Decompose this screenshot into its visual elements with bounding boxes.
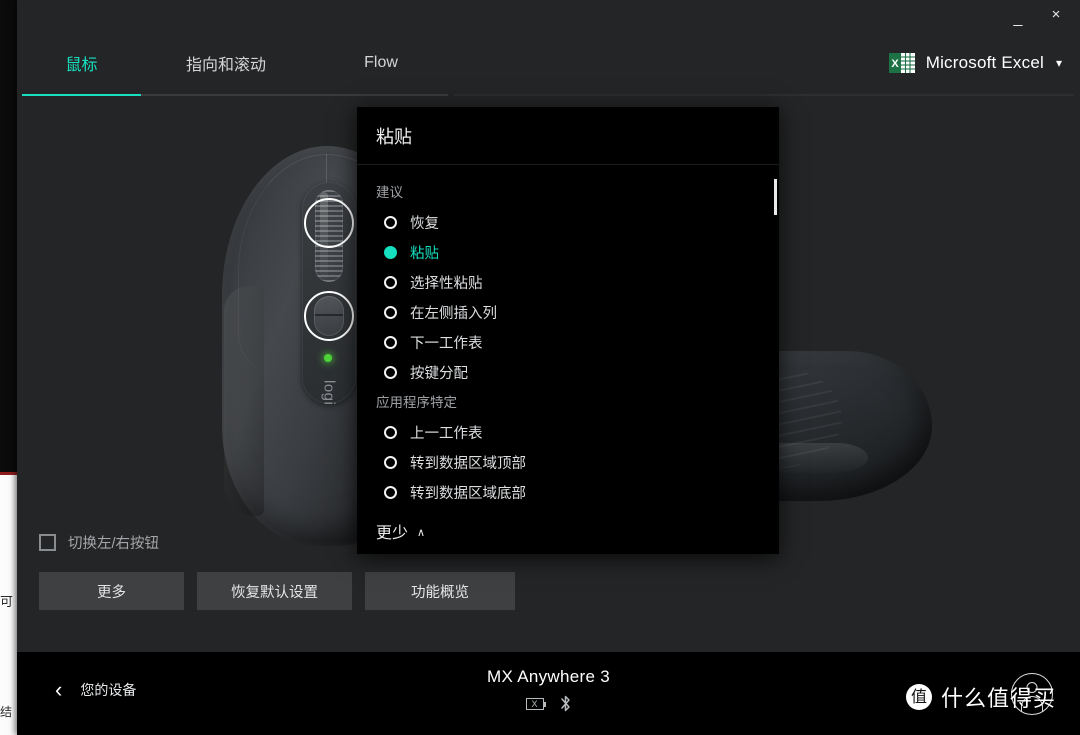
- logi-brand-label: logi: [320, 380, 338, 406]
- show-less-button[interactable]: 更少 ∧: [357, 508, 779, 554]
- radio-selected-icon: [384, 245, 397, 259]
- device-name-label: MX Anywhere 3: [487, 667, 610, 686]
- close-icon: ×: [1051, 6, 1061, 23]
- tab-pointing-scrolling[interactable]: 指向和滚动: [146, 30, 306, 96]
- option-label: 按键分配: [410, 365, 468, 382]
- mouse-left-side-grip: [224, 286, 264, 516]
- option-label: 选择性粘贴: [410, 275, 483, 292]
- option-row-next-worksheet[interactable]: 下一工作表: [357, 327, 779, 357]
- option-label: 粘贴: [410, 245, 439, 262]
- tab-mouse-label: 鼠标: [65, 57, 98, 74]
- group-label-suggested: 建议: [376, 185, 403, 200]
- feature-overview-button[interactable]: 功能概览: [365, 572, 515, 610]
- more-button[interactable]: 更多: [39, 572, 184, 610]
- excel-icon: X: [888, 53, 915, 73]
- background-clipped-text-upper: 可: [0, 594, 14, 609]
- tab-flow[interactable]: Flow: [306, 30, 456, 96]
- account-button[interactable]: [1011, 673, 1053, 715]
- action-button-group: 更多 恢复默认设置 功能概览: [39, 572, 515, 610]
- background-dark-strip: [0, 0, 18, 472]
- tab-bar: 鼠标 指向和滚动 Flow: [17, 30, 456, 96]
- option-label: 在左侧插入列: [410, 305, 497, 322]
- show-less-label: 更少: [376, 525, 409, 542]
- battery-state-label: X: [531, 698, 538, 709]
- option-row-restore[interactable]: 恢复: [357, 207, 779, 237]
- radio-icon: [384, 305, 397, 319]
- action-assignment-popup: 粘贴 建议 恢复 粘贴 选择性粘贴 在左侧插入列 下一工作表 按键分配 应用程序…: [357, 107, 779, 554]
- radio-icon: [384, 215, 397, 229]
- option-row-goto-data-bottom[interactable]: 转到数据区域底部: [357, 477, 779, 507]
- scroll-wheel-highlight-ring[interactable]: [304, 198, 354, 248]
- popup-title: 粘贴: [376, 126, 412, 147]
- swap-buttons-row[interactable]: 切换左/右按钮: [39, 532, 159, 553]
- tab-mouse[interactable]: 鼠标: [17, 30, 146, 96]
- option-label: 转到数据区域底部: [410, 485, 526, 502]
- option-row-keystroke-assignment[interactable]: 按键分配: [357, 357, 779, 387]
- option-row-insert-column-left[interactable]: 在左侧插入列: [357, 297, 779, 327]
- radio-icon: [384, 335, 397, 349]
- chevron-up-icon: ∧: [417, 526, 426, 539]
- option-label: 下一工作表: [410, 335, 483, 352]
- option-label: 上一工作表: [410, 425, 483, 442]
- bluetooth-icon: [560, 695, 570, 712]
- option-label: 恢复: [410, 215, 439, 232]
- minimize-button[interactable]: _: [1000, 0, 1036, 30]
- account-avatar-body: [1021, 696, 1043, 712]
- middle-button-highlight-ring[interactable]: [304, 291, 354, 341]
- close-button[interactable]: ×: [1038, 0, 1074, 30]
- logitech-options-window: _ × 鼠标 指向和滚动 Flow X Microsoft Excel ▾ lo…: [17, 0, 1080, 735]
- battery-tip: [543, 701, 546, 707]
- option-row-paste[interactable]: 粘贴: [357, 237, 779, 267]
- restore-defaults-button[interactable]: 恢复默认设置: [197, 572, 352, 610]
- application-name-label: Microsoft Excel: [925, 53, 1044, 72]
- minimize-icon: _: [1013, 10, 1023, 27]
- radio-icon: [384, 425, 397, 439]
- device-status-icons: X: [525, 694, 572, 713]
- popup-scrollbar[interactable]: [774, 179, 777, 427]
- header-bar: 鼠标 指向和滚动 Flow X Microsoft Excel ▾: [17, 30, 1080, 96]
- background-clipped-text-lower: 结: [0, 705, 13, 719]
- status-led-indicator: [324, 354, 332, 362]
- radio-icon: [384, 275, 397, 289]
- application-selector[interactable]: X Microsoft Excel ▾: [884, 44, 1066, 82]
- device-info: MX Anywhere 3 X: [17, 667, 1080, 713]
- option-label: 转到数据区域顶部: [410, 455, 526, 472]
- swap-buttons-checkbox[interactable]: [39, 534, 56, 551]
- account-avatar-head: [1026, 682, 1038, 693]
- title-bar: _ ×: [17, 0, 1080, 30]
- option-row-previous-worksheet[interactable]: 上一工作表: [357, 417, 779, 447]
- radio-icon: [384, 485, 397, 499]
- bottom-bar: ‹ 您的设备 MX Anywhere 3 X: [17, 652, 1080, 735]
- radio-icon: [384, 455, 397, 469]
- option-row-paste-special[interactable]: 选择性粘贴: [357, 267, 779, 297]
- svg-text:X: X: [891, 58, 899, 70]
- tab-pointing-scrolling-label: 指向和滚动: [185, 57, 266, 74]
- option-row-goto-data-top[interactable]: 转到数据区域顶部: [357, 447, 779, 477]
- popup-option-list: 建议 恢复 粘贴 选择性粘贴 在左侧插入列 下一工作表 按键分配 应用程序特定 …: [357, 165, 779, 508]
- tab-flow-label: Flow: [364, 54, 398, 71]
- group-label-app-specific: 应用程序特定: [376, 395, 457, 410]
- battery-icon: X: [525, 697, 547, 710]
- popup-header: 粘贴: [357, 107, 779, 165]
- swap-buttons-label: 切换左/右按钮: [68, 536, 160, 552]
- radio-icon: [384, 365, 397, 379]
- popup-scrollbar-thumb[interactable]: [774, 179, 777, 215]
- chevron-down-icon: ▾: [1055, 56, 1062, 70]
